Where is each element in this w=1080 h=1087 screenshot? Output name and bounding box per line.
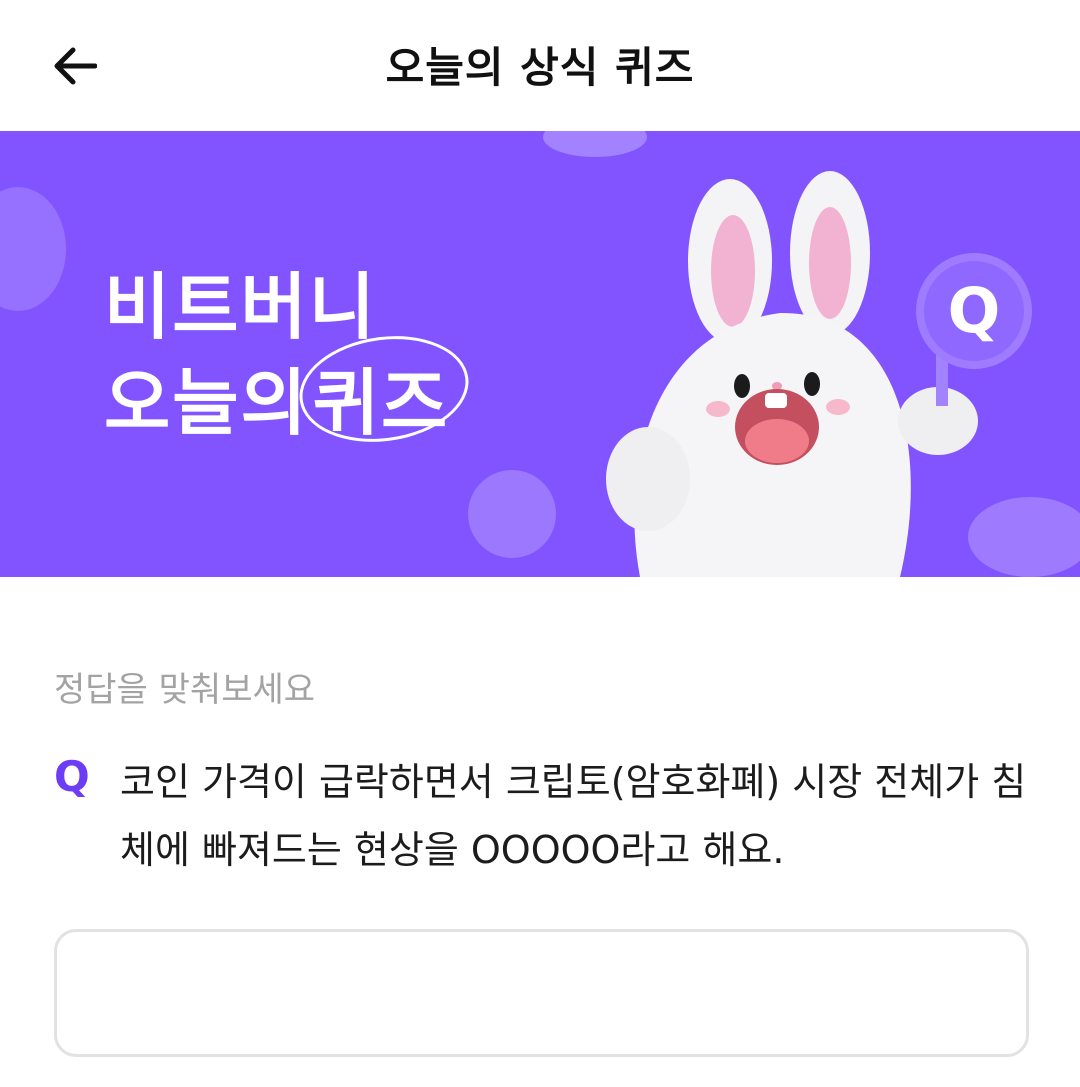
question-label: Q bbox=[54, 752, 90, 801]
question-text: 코인 가격이 급락하면서 크립토(암호화폐) 시장 전체가 침체에 빠져드는 현… bbox=[120, 760, 1027, 872]
quiz-prompt: 정답을 맞춰보세요 bbox=[54, 670, 316, 710]
coin-decoration bbox=[543, 131, 647, 157]
page-title: 오늘의 상식 퀴즈 bbox=[385, 43, 695, 92]
banner-heading-line1: 비트버니 bbox=[104, 265, 377, 349]
coin-decoration bbox=[968, 497, 1080, 577]
quiz-banner: Q 비트버니 오늘의 퀴즈 bbox=[0, 131, 1080, 577]
bunny-mascot: Q bbox=[606, 171, 1032, 577]
answer-input[interactable] bbox=[54, 929, 1029, 1057]
coin-decoration bbox=[468, 470, 556, 558]
banner-highlight-word: 퀴즈 bbox=[292, 325, 476, 453]
coin-decoration bbox=[0, 187, 66, 311]
banner-illustration: Q bbox=[0, 131, 1080, 577]
top-app-bar: 오늘의 상식 퀴즈 bbox=[0, 0, 1080, 131]
q-badge-icon: Q bbox=[948, 274, 1001, 347]
banner-heading-line2: 오늘의 퀴즈 bbox=[104, 325, 476, 453]
banner-heading-prefix: 오늘의 bbox=[104, 361, 309, 445]
